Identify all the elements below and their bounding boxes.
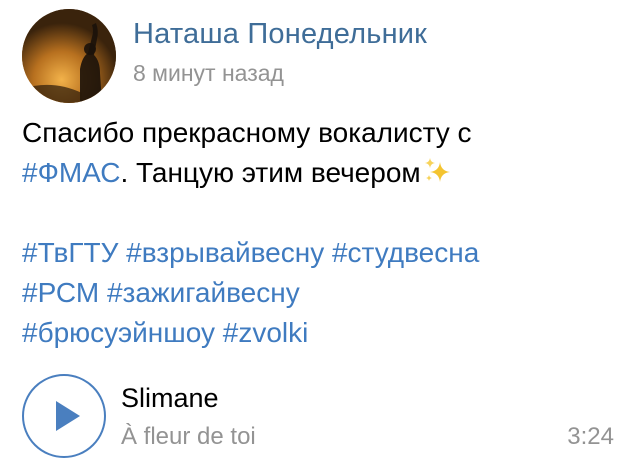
hashtag-link[interactable]: #взрывайвесну: [126, 237, 324, 268]
avatar[interactable]: [22, 9, 116, 103]
hashtag-link[interactable]: #брюсуэйншоу: [22, 317, 215, 348]
audio-play-button[interactable]: [22, 374, 106, 458]
hashtag-link[interactable]: #ТвГТУ: [22, 237, 118, 268]
hashtag-link[interactable]: #зажигайвесну: [107, 277, 300, 308]
audio-track-title[interactable]: Slimane: [121, 383, 219, 414]
hashtag-link[interactable]: #ФМАС: [22, 157, 120, 188]
hashtag-link[interactable]: #студвесна: [332, 237, 479, 268]
sparkles-emoji-icon: [421, 156, 453, 186]
audio-track-duration: 3:24: [567, 423, 614, 450]
post-text: Спасибо прекрасному вокалисту с #ФМАС. Т…: [22, 113, 622, 353]
hashtag-link[interactable]: #РСМ: [22, 277, 99, 308]
play-icon: [56, 401, 80, 431]
hashtag-line: #брюсуэйншоу #zvolki: [22, 313, 622, 353]
hashtag-link[interactable]: #zvolki: [223, 317, 309, 348]
post-text-line: #ФМАС. Танцую этим вечером: [22, 153, 622, 193]
post-text-line: Спасибо прекрасному вокалисту с: [22, 117, 472, 148]
hashtag-line: #РСМ #зажигайвесну: [22, 273, 622, 313]
author-name[interactable]: Наташа Понедельник: [133, 18, 427, 51]
post-text-fragment: . Танцую этим вечером: [120, 157, 421, 188]
hashtag-line: #ТвГТУ #взрывайвесну #студвесна: [22, 233, 622, 273]
post-timestamp[interactable]: 8 минут назад: [133, 60, 284, 87]
post-card: Наташа Понедельник 8 минут назад Спасибо…: [0, 0, 638, 472]
audio-track-artist[interactable]: À fleur de toi: [121, 423, 256, 451]
